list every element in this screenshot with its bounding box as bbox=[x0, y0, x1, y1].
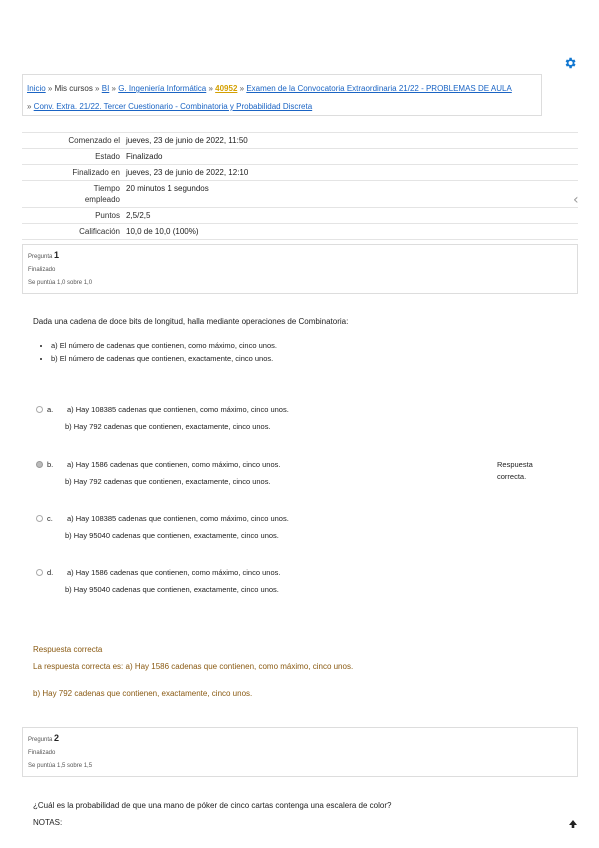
breadcrumb-inicio[interactable]: Inicio bbox=[27, 84, 46, 93]
question-status: Finalizado bbox=[28, 267, 56, 273]
option-a[interactable]: a. a) Hay 108385 cadenas que contienen, c… bbox=[36, 401, 496, 435]
list-item: b) El número de cadenas que contienen, e… bbox=[51, 352, 277, 365]
breadcrumb-cuestionario[interactable]: Conv. Extra. 21/22. Tercer Cuestionario … bbox=[34, 102, 313, 111]
radio-button[interactable] bbox=[36, 515, 43, 522]
table-row: Finalizado en jueves, 23 de junio de 2022… bbox=[22, 164, 578, 181]
question-score: Se puntúa 1,0 sobre 1,0 bbox=[28, 280, 93, 286]
radio-button-selected[interactable] bbox=[36, 461, 43, 468]
table-row: Comenzado el jueves, 23 de junio de 2022,… bbox=[22, 132, 578, 149]
option-c[interactable]: c. a) Hay 108385 cadenas que contienen, c… bbox=[36, 510, 496, 544]
breadcrumb-codigo[interactable]: 40952 bbox=[215, 84, 237, 93]
breadcrumb-mis-cursos: Mis cursos bbox=[54, 84, 93, 93]
question-number: 2 bbox=[54, 733, 60, 743]
question-number: 1 bbox=[54, 250, 60, 260]
gear-icon[interactable] bbox=[563, 56, 577, 70]
radio-button[interactable] bbox=[36, 569, 43, 576]
table-row: Calificación 10,0 de 10,0 (100%) bbox=[22, 223, 578, 240]
feedback-correct-answer-b: b) Hay 792 cadenas que contienen, exacta… bbox=[33, 689, 253, 698]
arrow-up-icon[interactable] bbox=[567, 818, 579, 830]
question-status: Finalizado bbox=[28, 750, 56, 756]
list-item: a) El número de cadenas que contienen, c… bbox=[51, 339, 277, 352]
breadcrumb-grado[interactable]: G. Ingeniería Informática bbox=[118, 84, 206, 93]
option-b[interactable]: b. a) Hay 1586 cadenas que contienen, com… bbox=[36, 456, 496, 490]
option-feedback: Respuesta correcta. bbox=[497, 460, 533, 481]
table-row: Puntos 2,5/2,5 bbox=[22, 207, 578, 224]
table-row: Estado Finalizado bbox=[22, 148, 578, 165]
table-row: Tiempo empleado 20 minutos 1 segundos bbox=[22, 180, 578, 208]
breadcrumb-examen[interactable]: Examen de la Convocatoria Extraordinaria… bbox=[246, 84, 511, 93]
question-score: Se puntúa 1,5 sobre 1,5 bbox=[28, 763, 93, 769]
breadcrumb: Inicio » Mis cursos » BI » G. Ingeniería… bbox=[22, 74, 542, 116]
radio-button[interactable] bbox=[36, 406, 43, 413]
question-1-info: Pregunta 1 Finalizado Se puntúa 1,0 sobr… bbox=[22, 244, 578, 294]
attempt-summary-table: Comenzado el jueves, 23 de junio de 2022,… bbox=[22, 132, 578, 240]
question-2-info: Pregunta 2 Finalizado Se puntúa 1,5 sobr… bbox=[22, 727, 578, 777]
question-1-items: a) El número de cadenas que contienen, c… bbox=[33, 339, 277, 365]
question-1-text: Dada una cadena de doce bits de longitud… bbox=[33, 317, 349, 326]
option-d[interactable]: d. a) Hay 1586 cadenas que contienen, com… bbox=[36, 564, 496, 598]
question-2-text: ¿Cuál es la probabilidad de que una mano… bbox=[33, 801, 392, 810]
feedback-title: Respuesta correcta bbox=[33, 645, 103, 654]
feedback-correct-answer: La respuesta correcta es: a) Hay 1586 ca… bbox=[33, 662, 354, 671]
question-2-notes: NOTAS: bbox=[33, 818, 63, 827]
